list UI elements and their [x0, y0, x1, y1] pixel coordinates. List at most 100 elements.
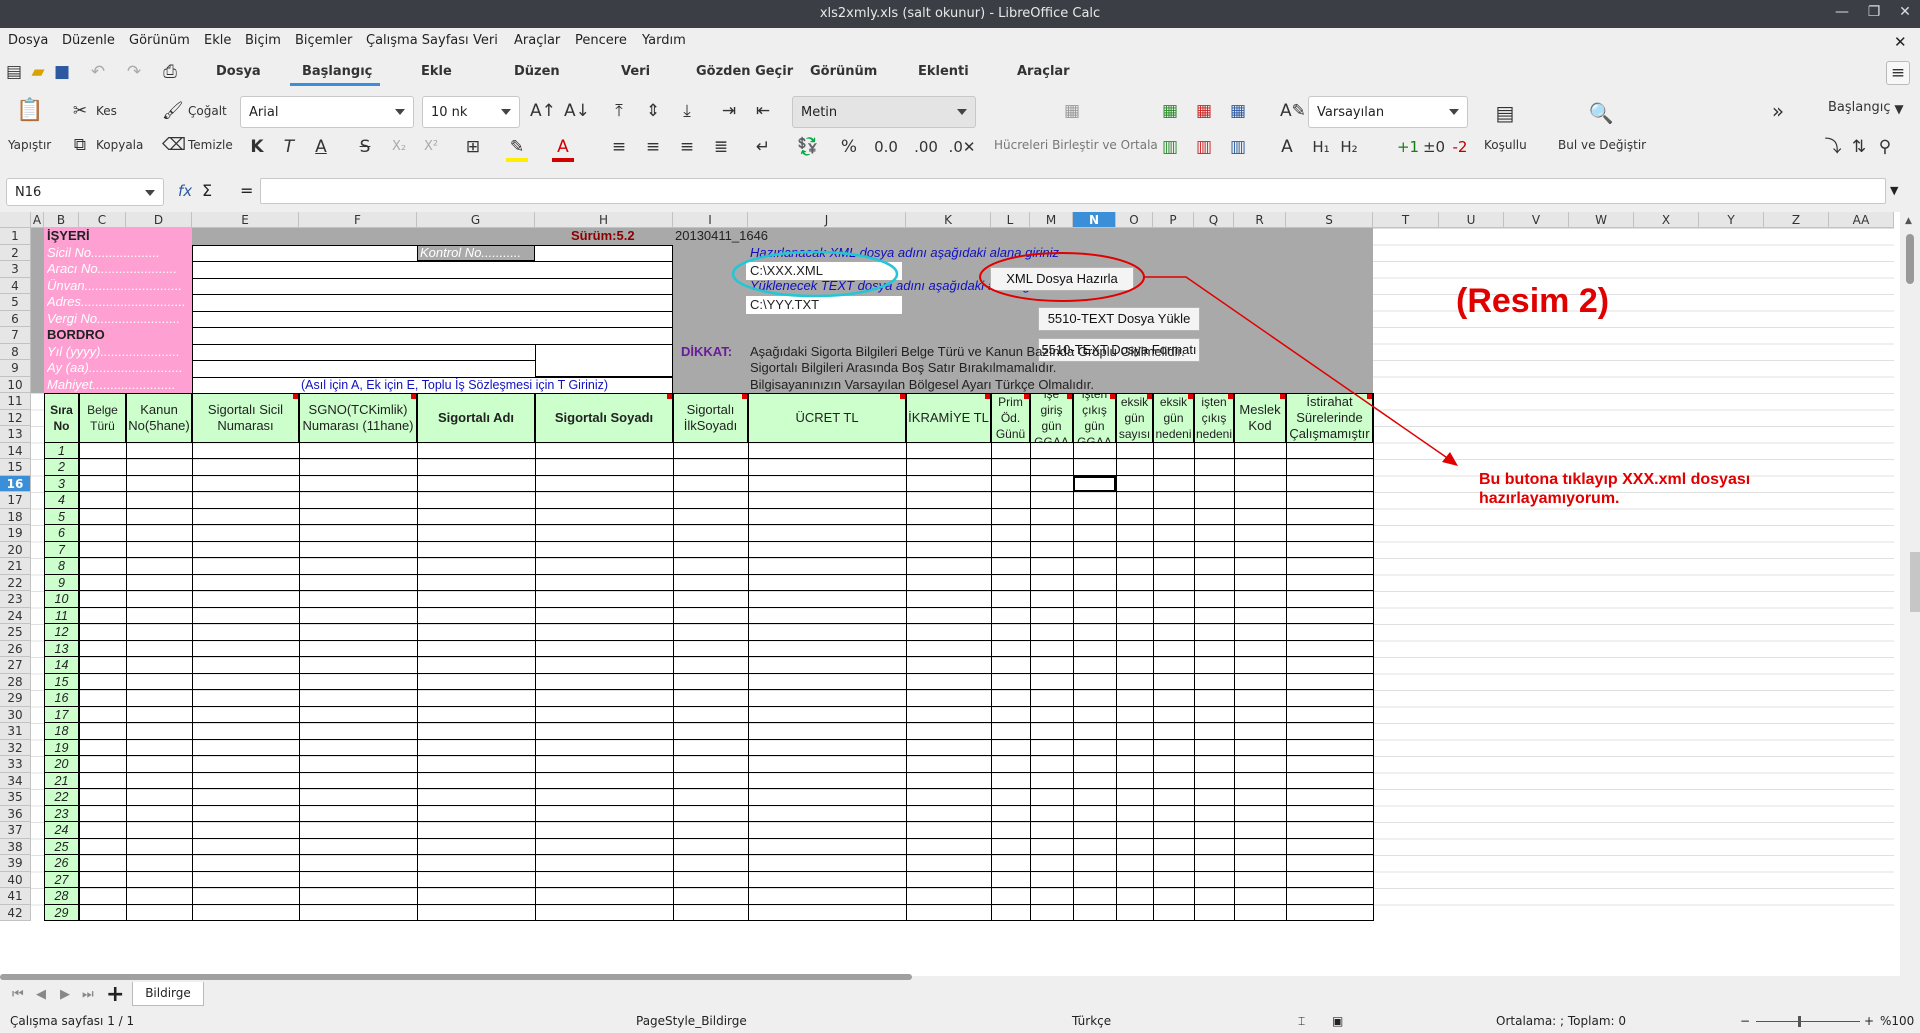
sheet-tab-bildirge[interactable]: Bildirge [132, 982, 204, 1006]
justify-icon[interactable]: ≣ [710, 136, 732, 158]
delete-rows-icon[interactable]: ▦ [1192, 100, 1216, 122]
chevron-down-icon[interactable] [501, 109, 511, 115]
italic-icon[interactable]: T [278, 136, 300, 158]
menu-calisma-sayfasi[interactable]: Çalışma Sayfası [366, 33, 469, 48]
good-style-icon[interactable]: +1 [1396, 136, 1420, 158]
currency-icon[interactable]: 💱 [794, 136, 822, 158]
styles-icon[interactable]: A✎ [1280, 100, 1306, 122]
close-document-icon[interactable]: ✕ [1894, 33, 1907, 51]
wrap-text-icon[interactable]: ↵ [752, 136, 774, 158]
hamburger-menu-icon[interactable]: ≡ [1886, 61, 1910, 85]
copy-label[interactable]: Kopyala [96, 138, 143, 152]
redo-icon[interactable]: ↷ [124, 61, 144, 83]
copy-icon[interactable]: ⧉ [70, 134, 90, 156]
neutral-style-icon[interactable]: ±0 [1422, 136, 1446, 158]
superscript-icon[interactable]: X² [420, 136, 442, 158]
insert-rows-icon[interactable]: ▦ [1158, 100, 1182, 122]
filter-icon[interactable]: ⚲ [1874, 136, 1896, 158]
tab-dosya[interactable]: Dosya [216, 64, 261, 79]
zoom-level[interactable]: %100 [1880, 1014, 1914, 1028]
highlight-icon[interactable]: ✎ [506, 136, 528, 162]
menu-dosya[interactable]: Dosya [8, 33, 48, 48]
default-style-icon[interactable]: A [1276, 136, 1298, 158]
restore-icon[interactable]: ❐ [1862, 4, 1886, 24]
add-sheet-icon[interactable]: + [106, 982, 124, 1007]
expand-formula-icon[interactable]: ▼ [1890, 184, 1898, 197]
autofilter-icon[interactable]: ⤵ [1822, 136, 1844, 158]
context-label[interactable]: Başlangıç [1828, 100, 1891, 115]
delete-columns-icon[interactable]: ▥ [1192, 136, 1216, 158]
menu-bicim[interactable]: Biçim [245, 33, 281, 48]
open-icon[interactable]: ▰ [28, 61, 48, 83]
tab-gozden-gecir[interactable]: Gözden Geçir [696, 64, 793, 79]
sidebar-handle[interactable] [1910, 552, 1920, 612]
insert-columns-icon[interactable]: ▥ [1158, 136, 1182, 158]
clone-icon[interactable]: 🖌 [162, 100, 184, 122]
clear-label[interactable]: Temizle [188, 138, 233, 152]
conditional-format-icon[interactable]: ▤ [1492, 102, 1518, 124]
print-icon[interactable]: ⎙ [160, 61, 180, 83]
rows-icon[interactable]: ▦ [1226, 100, 1250, 122]
indent-decrease-icon[interactable]: ⇤ [752, 100, 774, 122]
menu-bicemler[interactable]: Biçemler [295, 33, 352, 48]
menu-ekle[interactable]: Ekle [204, 33, 231, 48]
first-sheet-icon[interactable]: ⏮ [12, 987, 24, 1002]
sum-icon[interactable]: Σ [202, 181, 212, 200]
cut-label[interactable]: Kes [96, 104, 117, 118]
percent-icon[interactable]: % [838, 136, 860, 158]
chevron-down-icon[interactable] [145, 190, 155, 196]
font-color-icon[interactable]: A [552, 136, 574, 162]
chevron-down-icon[interactable]: ▼ [1890, 98, 1908, 120]
align-left-icon[interactable]: ≡ [608, 136, 630, 158]
menu-gorunum[interactable]: Görünüm [129, 33, 190, 48]
next-sheet-icon[interactable]: ▶ [60, 987, 70, 1002]
clear-icon[interactable]: ⌫ [162, 134, 186, 156]
selection-mode-icon[interactable]: ⌶ [1298, 1014, 1305, 1029]
menu-araclar[interactable]: Araçlar [514, 33, 560, 48]
zoom-in-icon[interactable]: + [1864, 1014, 1874, 1028]
underline-icon[interactable]: A [310, 136, 332, 158]
formula-icon[interactable]: = [240, 181, 253, 200]
zoom-slider[interactable] [1756, 1021, 1860, 1022]
heading1-icon[interactable]: H₁ [1310, 136, 1332, 158]
number-format-box[interactable]: Metin [792, 96, 976, 128]
font-name-box[interactable]: Arial [240, 96, 414, 128]
tab-gorunum[interactable]: Görünüm [810, 64, 877, 79]
chevron-down-icon[interactable] [1449, 109, 1459, 115]
tab-duzen[interactable]: Düzen [514, 64, 560, 79]
align-top-icon[interactable]: ⤒ [608, 100, 630, 122]
new-document-icon[interactable]: ▤ [4, 61, 24, 83]
menu-yardim[interactable]: Yardım [642, 33, 686, 48]
undo-icon[interactable]: ↶ [88, 61, 108, 83]
indent-increase-icon[interactable]: ⇥ [718, 100, 740, 122]
decimal-icon[interactable]: 0.0 [872, 136, 900, 158]
align-center-icon[interactable]: ≡ [642, 136, 664, 158]
menu-duzenle[interactable]: Düzenle [62, 33, 115, 48]
align-bottom-icon[interactable]: ⤓ [676, 100, 698, 122]
find-replace-icon[interactable]: 🔍 [1588, 102, 1614, 124]
cut-icon[interactable]: ✂ [70, 100, 90, 122]
align-right-icon[interactable]: ≡ [676, 136, 698, 158]
name-box[interactable]: N16 [6, 178, 164, 206]
scroll-up-icon[interactable]: ▲ [1905, 216, 1912, 226]
shrink-font-icon[interactable]: A↓ [564, 100, 590, 122]
bad-style-icon[interactable]: -2 [1448, 136, 1472, 158]
bold-icon[interactable]: K [246, 136, 268, 158]
borders-icon[interactable]: ⊞ [462, 136, 484, 158]
cell-style-box[interactable]: Varsayılan [1308, 96, 1468, 128]
merge-cells-icon[interactable]: ▦ [1060, 100, 1084, 122]
align-center-vertical-icon[interactable]: ⇕ [642, 100, 664, 122]
delete-decimal-icon[interactable]: .0✕ [948, 136, 976, 158]
menu-veri[interactable]: Veri [473, 33, 498, 48]
chevron-down-icon[interactable] [957, 109, 967, 115]
horizontal-scroll-thumb[interactable] [0, 974, 912, 980]
add-decimal-icon[interactable]: .00 [912, 136, 940, 158]
paste-label[interactable]: Yapıştır [8, 138, 51, 152]
subscript-icon[interactable]: X₂ [388, 136, 410, 158]
function-wizard-icon[interactable]: fx [178, 182, 192, 200]
prev-sheet-icon[interactable]: ◀ [36, 987, 46, 1002]
tab-eklenti[interactable]: Eklenti [918, 64, 969, 79]
columns-icon[interactable]: ▥ [1226, 136, 1250, 158]
formula-input[interactable] [260, 178, 1886, 204]
chevron-down-icon[interactable] [395, 109, 405, 115]
